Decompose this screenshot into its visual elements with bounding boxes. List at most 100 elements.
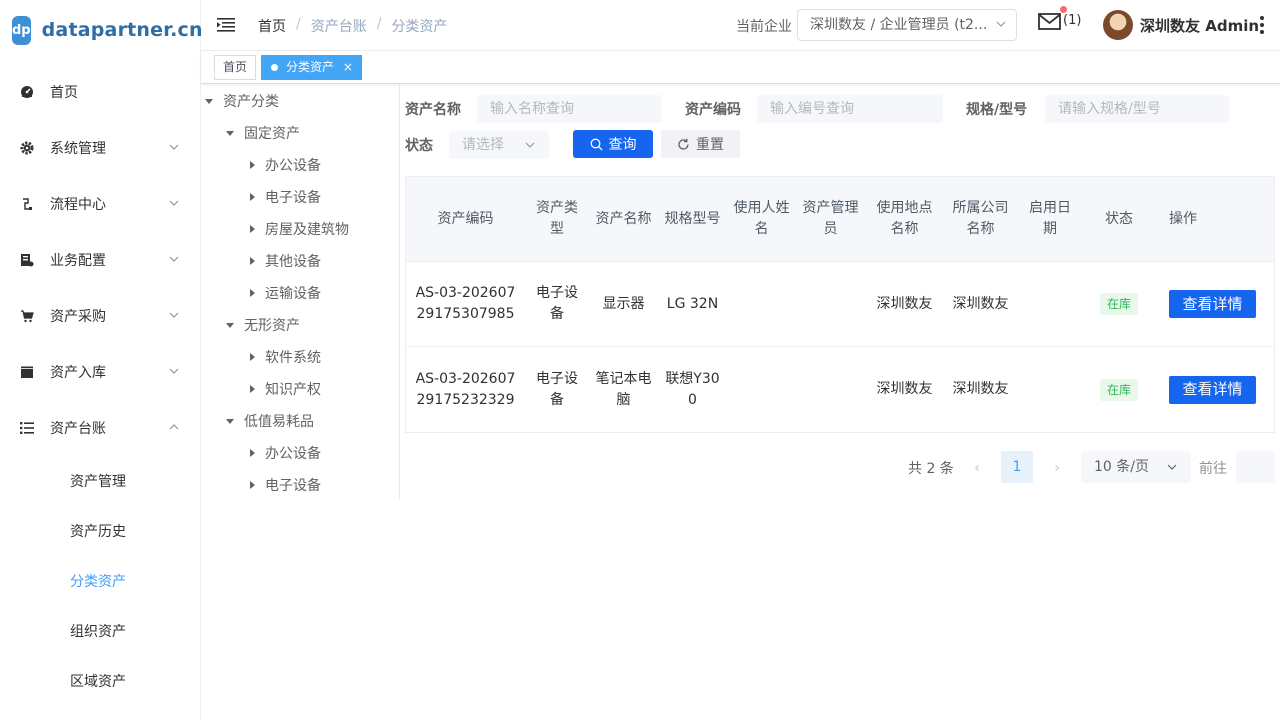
tree-node-label: 房屋及建筑物 bbox=[265, 222, 349, 238]
tree-node-label: 无形资产 bbox=[244, 318, 300, 334]
cell-name: 显示器 bbox=[602, 295, 645, 312]
tree-node-label: 办公设备 bbox=[265, 446, 321, 462]
asset-code-input[interactable] bbox=[757, 95, 943, 123]
tree-node-label: 固定资产 bbox=[244, 126, 300, 142]
search-button[interactable]: 查询 bbox=[573, 130, 653, 158]
breadcrumb-current: 分类资产 bbox=[391, 19, 448, 35]
page-size-value: 10 条/页 bbox=[1094, 459, 1149, 475]
reset-button[interactable]: 重置 bbox=[661, 130, 740, 158]
cell-code: AS-03-20260729175307985 bbox=[415, 285, 516, 322]
column-header: 资产管理员 bbox=[802, 200, 859, 237]
tree-node-root[interactable]: 资产分类 bbox=[205, 85, 279, 117]
caret-down-icon bbox=[226, 322, 234, 328]
tree-node-leaf[interactable]: 运输设备 bbox=[250, 277, 321, 309]
breadcrumb-home[interactable]: 首页 bbox=[258, 16, 286, 36]
column-header: 状态 bbox=[1105, 210, 1133, 227]
column-header: 规格型号 bbox=[664, 210, 721, 227]
breadcrumb-ledger: 资产台账 bbox=[310, 19, 367, 35]
company-select[interactable]: 深圳数友 / 企业管理员 (t2... bbox=[797, 9, 1017, 41]
chevron-down-icon bbox=[169, 312, 179, 318]
config-icon bbox=[20, 253, 34, 267]
view-detail-button[interactable]: 查看详情 bbox=[1169, 290, 1256, 318]
breadcrumb: 首页 / 资产台账 / 分类资产 bbox=[258, 16, 448, 36]
avatar[interactable] bbox=[1103, 10, 1133, 40]
asset-table: 资产编码 资产类型 资产名称 规格型号 使用人姓名 资产管理员 使用地点名称 所… bbox=[405, 176, 1275, 433]
cell-location: 深圳数友 bbox=[876, 295, 933, 312]
status-select[interactable]: 请选择 bbox=[449, 131, 549, 159]
tree-node-group[interactable]: 低值易耗品 bbox=[226, 405, 314, 437]
tree-node-label: 其他设备 bbox=[265, 254, 321, 270]
tree-node-leaf[interactable]: 软件系统 bbox=[250, 341, 321, 373]
column-header: 使用人姓名 bbox=[733, 200, 790, 237]
column-header: 操作 bbox=[1169, 210, 1197, 227]
chevron-down-icon bbox=[1167, 464, 1177, 470]
caret-right-icon bbox=[250, 161, 255, 169]
cell-status: 在库 bbox=[1083, 347, 1155, 432]
more-vertical-icon[interactable] bbox=[1259, 16, 1265, 34]
sidebar-item-label: 首页 bbox=[50, 85, 78, 101]
column-header: 所属公司名称 bbox=[952, 200, 1009, 237]
tags-view: 首页 分类资产 × bbox=[201, 51, 1280, 84]
goto-page-input[interactable] bbox=[1236, 451, 1275, 483]
column-header: 启用日期 bbox=[1029, 200, 1071, 237]
sidebar-item-ledger[interactable]: 资产台账 bbox=[0, 400, 200, 456]
caret-right-icon bbox=[250, 481, 255, 489]
chevron-down-icon bbox=[996, 21, 1006, 27]
cell-date bbox=[1017, 347, 1083, 432]
page-number-button[interactable]: 1 bbox=[1001, 451, 1033, 483]
next-page-button[interactable]: › bbox=[1045, 454, 1069, 482]
chevron-down-icon bbox=[525, 142, 535, 148]
sidebar-item-flow[interactable]: 流程中心 bbox=[0, 176, 200, 232]
notification-dot bbox=[1060, 6, 1067, 13]
prev-page-button[interactable]: ‹ bbox=[965, 454, 989, 482]
logo[interactable]: dp datapartner.cn bbox=[0, 0, 203, 60]
view-detail-button[interactable]: 查看详情 bbox=[1169, 375, 1256, 404]
sidebar-subitem-asset-history[interactable]: 资产历史 bbox=[0, 506, 200, 556]
table-row: AS-03-20260729175232329 电子设备 笔记本电脑 联想Y30… bbox=[406, 347, 1274, 432]
caret-right-icon bbox=[250, 353, 255, 361]
sidebar-item-business-config[interactable]: 业务配置 bbox=[0, 232, 200, 288]
tree-node-leaf[interactable]: 电子设备 bbox=[250, 181, 321, 213]
cell-action: 查看详情 bbox=[1155, 347, 1274, 432]
cell-admin bbox=[796, 262, 865, 346]
tag-category-assets[interactable]: 分类资产 × bbox=[261, 55, 362, 80]
active-dot-icon bbox=[271, 64, 278, 71]
mail-icon[interactable] bbox=[1038, 12, 1062, 32]
sidebar-subitem-asset-manage[interactable]: 资产管理 bbox=[0, 456, 200, 506]
tree-node-group[interactable]: 无形资产 bbox=[226, 309, 300, 341]
tag-home[interactable]: 首页 bbox=[214, 55, 257, 80]
column-header: 资产名称 bbox=[595, 210, 652, 227]
tree-node-label: 软件系统 bbox=[265, 350, 321, 366]
sidebar-item-home[interactable]: 首页 bbox=[0, 64, 200, 120]
sidebar-subitem-org-assets[interactable]: 组织资产 bbox=[0, 606, 200, 656]
tree-node-leaf[interactable]: 电子设备 bbox=[250, 469, 321, 501]
company-label: 当前企业 bbox=[736, 19, 792, 35]
sidebar-item-purchase[interactable]: 资产采购 bbox=[0, 288, 200, 344]
sidebar-item-label: 系统管理 bbox=[50, 141, 106, 157]
user-name[interactable]: 深圳数友 Admin bbox=[1140, 15, 1259, 36]
tree-node-leaf[interactable]: 其他设备 bbox=[250, 245, 321, 277]
tree-node-leaf[interactable]: 房屋及建筑物 bbox=[250, 213, 349, 245]
menu-fold-icon[interactable] bbox=[217, 17, 235, 33]
sidebar-item-inbound[interactable]: 资产入库 bbox=[0, 344, 200, 400]
tree-node-leaf[interactable]: 办公设备 bbox=[250, 149, 321, 181]
logo-text: datapartner.cn bbox=[41, 19, 203, 41]
cell-company: 深圳数友 bbox=[952, 381, 1009, 397]
sidebar-item-label: 业务配置 bbox=[50, 253, 106, 269]
close-icon[interactable]: × bbox=[343, 60, 353, 74]
cell-action: 查看详情 bbox=[1155, 262, 1274, 346]
tree-node-group[interactable]: 固定资产 bbox=[226, 117, 300, 149]
sidebar-subitem-category-assets[interactable]: 分类资产 bbox=[0, 556, 200, 606]
header: 首页 / 资产台账 / 分类资产 当前企业 深圳数友 / 企业管理员 (t2..… bbox=[201, 0, 1280, 51]
caret-down-icon bbox=[226, 130, 234, 136]
sidebar-item-system[interactable]: 系统管理 bbox=[0, 120, 200, 176]
spec-input[interactable] bbox=[1045, 95, 1229, 123]
sidebar-subitem-region-assets[interactable]: 区域资产 bbox=[0, 656, 200, 706]
page-size-select[interactable]: 10 条/页 bbox=[1081, 451, 1191, 483]
tree-node-leaf[interactable]: 知识产权 bbox=[250, 373, 321, 405]
sidebar-item-label: 流程中心 bbox=[50, 197, 106, 213]
asset-code-label: 资产编码 bbox=[685, 102, 741, 118]
tree-node-leaf[interactable]: 办公设备 bbox=[250, 437, 321, 469]
status-select-placeholder: 请选择 bbox=[462, 137, 504, 153]
asset-name-input[interactable] bbox=[477, 95, 662, 123]
